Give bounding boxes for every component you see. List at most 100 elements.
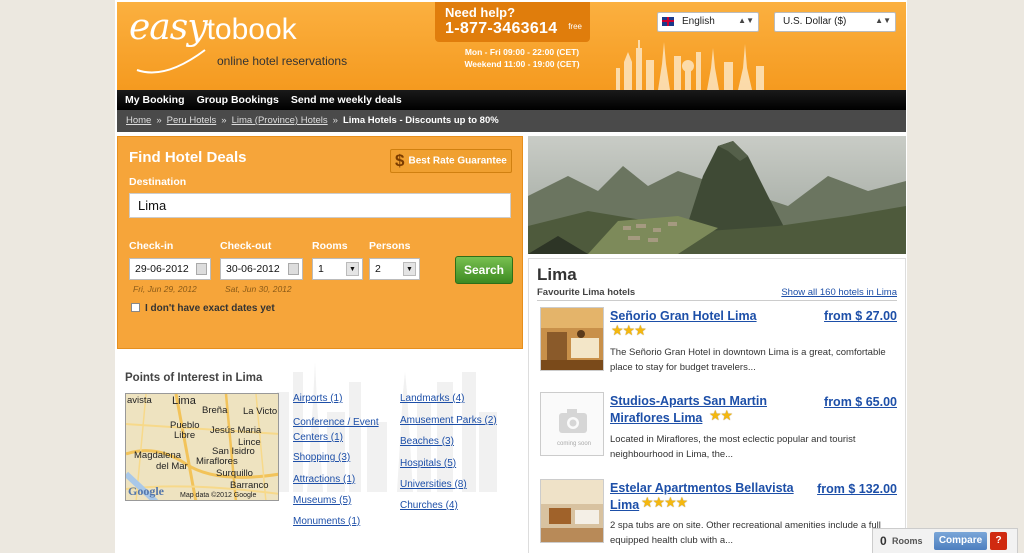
mountain-image (528, 136, 906, 254)
compare-count: 0 (880, 534, 887, 548)
persons-select[interactable]: 2 ▼ (369, 258, 420, 280)
search-button[interactable]: Search (455, 256, 513, 284)
breadcrumb: Home » Peru Hotels » Lima (Province) Hotels »… (117, 110, 906, 132)
coming-soon-caption: coming soon (557, 441, 592, 447)
skyline-icon (616, 40, 764, 90)
apartment-room-image (541, 480, 603, 542)
checkin-value: 29-06-2012 (135, 263, 189, 275)
breadcrumb-separator: » (332, 115, 338, 126)
poi-link-universities[interactable]: Universities (8) (400, 479, 467, 490)
chevron-down-icon: ▲▼ (875, 16, 891, 25)
poi-link-museums[interactable]: Museums (5) (293, 495, 351, 506)
help-free-label: free (568, 22, 582, 31)
help-title: Need help? (445, 5, 516, 20)
poi-link-hospitals[interactable]: Hospitals (5) (400, 458, 456, 469)
rooms-select[interactable]: 1 ▼ (312, 258, 363, 280)
nav-my-booking[interactable]: My Booking (125, 90, 185, 110)
chevron-down-icon: ▲▼ (738, 16, 754, 25)
no-dates-label[interactable]: I don't have exact dates yet (145, 303, 275, 314)
destination-input[interactable]: Lima (129, 193, 511, 218)
star-rating-icon: ★★ (709, 407, 733, 423)
favourite-hotels: Lima Favourite Lima hotels Show all 160 … (528, 258, 906, 553)
help-icon[interactable]: ? (990, 532, 1007, 550)
map-label: Miraflores (196, 456, 238, 467)
breadcrumb-peru[interactable]: Peru Hotels (167, 115, 217, 126)
hours-weekday: Mon - Fri 09:00 - 22:00 (CET) (464, 47, 580, 57)
poi-link-amusement-parks[interactable]: Amusement Parks (2) (400, 415, 497, 426)
persons-value: 2 (375, 263, 381, 275)
compare-button[interactable]: Compare (934, 532, 987, 550)
checkin-input[interactable]: 29-06-2012 (129, 258, 211, 280)
map-google-logo: Google (128, 484, 164, 498)
rooms-label: Rooms (312, 240, 348, 252)
show-all-hotels-link[interactable]: Show all 160 hotels in Lima (781, 287, 897, 298)
poi-link-conference[interactable]: Conference / Event Centers (1) (293, 415, 389, 445)
lima-map[interactable]: avista Lima Breña La Victo Pueblo Libre … (125, 393, 279, 501)
star-rating-icon: ★★★★ (641, 494, 688, 510)
hours-weekend: Weekend 11:00 - 19:00 (CET) (464, 59, 580, 69)
main-nav: My Booking Group Bookings Send me weekly… (117, 90, 906, 110)
checkout-value: 30-06-2012 (226, 263, 280, 275)
logo-swoosh-icon (136, 49, 206, 74)
map-copyright: Map data ©2012 Google (180, 492, 257, 499)
map-label: Jesús Maria (210, 425, 262, 436)
favourites-subtitle: Favourite Lima hotels (537, 287, 636, 298)
poi-link-churches[interactable]: Churches (4) (400, 500, 458, 511)
poi-link-shopping[interactable]: Shopping (3) (293, 452, 350, 463)
hotel-description: The Señorio Gran Hotel in downtown Lima … (610, 347, 886, 373)
points-of-interest: Points of Interest in Lima avista Lima B… (117, 352, 523, 553)
poi-link-airports[interactable]: Airports (1) (293, 393, 342, 404)
best-rate-label: Best Rate Guarantee (408, 155, 507, 167)
compare-rooms-label: Rooms (892, 536, 923, 546)
hotel-price-link[interactable]: from $ 132.00 (817, 482, 897, 496)
language-value: English (682, 16, 715, 27)
language-select[interactable]: English ▲▼ (657, 12, 759, 32)
nav-group-bookings[interactable]: Group Bookings (197, 90, 279, 110)
nav-weekly-deals[interactable]: Send me weekly deals (291, 90, 402, 110)
poi-link-landmarks[interactable]: Landmarks (4) (400, 393, 464, 404)
hotel-price-link[interactable]: from $ 65.00 (824, 395, 897, 409)
checkout-hint: Sat, Jun 30, 2012 (225, 284, 292, 294)
search-title: Find Hotel Deals (129, 149, 247, 166)
currency-select[interactable]: U.S. Dollar ($) ▲▼ (774, 12, 896, 32)
help-phone[interactable]: 1-877-3463614 (445, 20, 580, 38)
poi-link-attractions[interactable]: Attractions (1) (293, 474, 355, 485)
currency-value: U.S. Dollar ($) (783, 16, 847, 27)
poi-link-monuments[interactable]: Monuments (1) (293, 516, 360, 527)
map-label: Libre (174, 430, 196, 441)
help-box: Need help? 1-877-3463614 free (435, 2, 590, 42)
rooms-value: 1 (318, 263, 324, 275)
machu-picchu-photo (528, 136, 906, 254)
chevron-down-icon: ▼ (346, 262, 359, 276)
logo-tagline: online hotel reservations (217, 54, 348, 68)
checkout-input[interactable]: 30-06-2012 (220, 258, 303, 280)
hotel-price-link[interactable]: from $ 27.00 (824, 309, 897, 323)
poi-title: Points of Interest in Lima (125, 372, 263, 384)
no-dates-checkbox[interactable] (131, 303, 140, 312)
best-rate-badge[interactable]: $ Best Rate Guarantee (390, 149, 512, 173)
divider (537, 300, 897, 301)
checkout-label: Check-out (220, 240, 272, 252)
map-label: Magdalena (134, 450, 182, 461)
calendar-icon[interactable] (288, 263, 299, 275)
search-panel: Find Hotel Deals $ Best Rate Guarantee De… (117, 136, 523, 349)
breadcrumb-separator: » (221, 115, 227, 126)
breadcrumb-separator: » (156, 115, 162, 126)
hotel-thumbnail[interactable] (540, 479, 604, 543)
poi-link-beaches[interactable]: Beaches (3) (400, 436, 454, 447)
calendar-icon[interactable] (196, 263, 207, 275)
map-label: avista (127, 395, 152, 406)
star-rating-icon: ★★★ (611, 322, 647, 338)
dollar-icon: $ (395, 151, 405, 170)
hotel-thumbnail[interactable] (540, 307, 604, 371)
breadcrumb-home[interactable]: Home (126, 115, 151, 126)
checkin-hint: Fri, Jun 29, 2012 (133, 284, 197, 294)
hotel-name-link[interactable]: Studios-Aparts San Martin Miraflores Lim… (610, 393, 785, 427)
hotel-name-link[interactable]: Estelar Apartmentos Bellavista Lima (610, 480, 810, 514)
page-container: easytobook online hotel reservations Nee… (115, 0, 907, 553)
map-label: La Victo (243, 406, 278, 417)
map-label: Surquillo (216, 468, 253, 479)
hotel-thumbnail[interactable]: coming soon (540, 392, 604, 456)
breadcrumb-current: Lima Hotels - Discounts up to 80% (342, 115, 499, 126)
breadcrumb-lima-province[interactable]: Lima (Province) Hotels (232, 115, 328, 126)
